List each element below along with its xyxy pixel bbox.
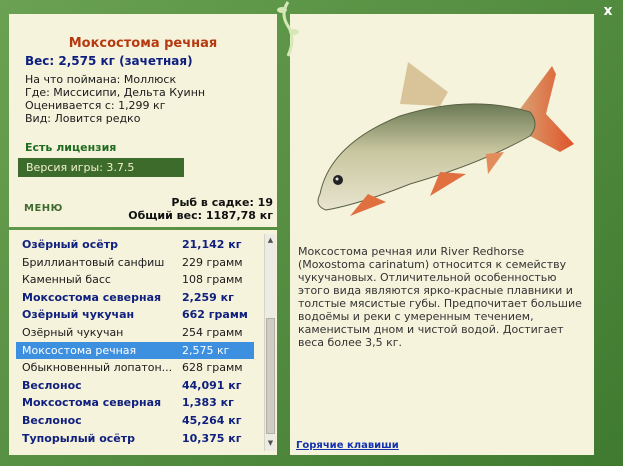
list-item[interactable]: Моксостома речная 2,575 кг bbox=[16, 341, 254, 359]
list-item-name: Обыкновенный лопатон... bbox=[22, 361, 172, 375]
list-item-name: Моксостома северная bbox=[22, 396, 162, 410]
list-item-name: Озёрный чукучан bbox=[22, 308, 135, 322]
list-item[interactable]: Тупорылый осётр 10,375 кг bbox=[16, 430, 254, 447]
list-item-weight: 2,575 кг bbox=[182, 343, 230, 357]
list-item[interactable]: Веслонос 45,264 кг bbox=[16, 412, 254, 429]
list-item-weight: 10,375 кг bbox=[182, 431, 242, 445]
list-item[interactable]: Озёрный чукучан 662 грамм bbox=[16, 306, 254, 323]
fish-location: Где: Миссисипи, Дельта Куинн bbox=[25, 86, 206, 99]
list-item[interactable]: Каменный басс 108 грамм bbox=[16, 271, 254, 288]
fish-image bbox=[317, 62, 574, 216]
list-item-name: Бриллиантовый санфиш bbox=[22, 255, 165, 269]
list-item[interactable]: Бриллиантовый санфиш 229 грамм bbox=[16, 254, 254, 271]
fish-description: Моксостома речная или River Redhorse (Mo… bbox=[298, 245, 582, 349]
license-status: Есть лицензия bbox=[25, 141, 117, 154]
fish-rarity: Вид: Ловится редко bbox=[25, 112, 141, 125]
list-item-weight: 229 грамм bbox=[182, 255, 243, 269]
list-item-name: Моксостома северная bbox=[22, 290, 162, 304]
list-scrollbar[interactable]: ▲ ▼ bbox=[264, 234, 276, 451]
list-item-weight: 44,091 кг bbox=[182, 378, 242, 392]
list-item[interactable]: Обыкновенный лопатон... 628 грамм bbox=[16, 359, 254, 376]
list-item-weight: 21,142 кг bbox=[182, 238, 242, 251]
list-item[interactable]: Озёрный осётр 21,142 кг bbox=[16, 236, 254, 253]
catch-list: Озёрный осётр 21,142 кг Бриллиантовый санф… bbox=[9, 230, 277, 455]
menu-button[interactable]: МЕНЮ bbox=[24, 203, 63, 214]
list-item-weight: 1,383 кг bbox=[182, 396, 234, 410]
fish-count: Рыб в садке: 19 bbox=[171, 196, 273, 209]
close-icon[interactable]: x bbox=[601, 4, 615, 18]
list-item-name: Веслонос bbox=[22, 378, 82, 392]
list-item-name: Каменный басс bbox=[22, 273, 111, 287]
fish-weight: Вес: 2,575 кг (зачетная) bbox=[25, 54, 193, 68]
list-item-name: Озёрный чукучан bbox=[22, 326, 124, 339]
list-item-weight: 662 грамм bbox=[182, 308, 248, 322]
list-item[interactable]: Веслонос 44,091 кг bbox=[16, 377, 254, 394]
fish-info-panel: Моксостома речная Вес: 2,575 кг (зачетна… bbox=[9, 14, 277, 227]
scroll-thumb[interactable] bbox=[266, 318, 275, 434]
list-item[interactable]: Моксостома северная 2,259 кг bbox=[16, 289, 254, 306]
list-item-name: Моксостома речная bbox=[22, 343, 137, 357]
game-version: Версия игры: 3.7.5 bbox=[18, 158, 184, 177]
fish-detail-panel: Моксостома речная или River Redhorse (Mo… bbox=[290, 14, 594, 455]
list-item-name: Озёрный осётр bbox=[22, 238, 118, 251]
list-item-weight: 628 грамм bbox=[182, 361, 243, 375]
list-item-weight: 45,264 кг bbox=[182, 414, 242, 427]
scroll-down-icon[interactable]: ▼ bbox=[266, 439, 275, 447]
scroll-up-icon[interactable]: ▲ bbox=[266, 236, 275, 244]
fish-valued: Оценивается с: 1,299 кг bbox=[25, 99, 166, 112]
list-item-weight: 108 грамм bbox=[182, 273, 243, 287]
fish-title: Моксостома речная bbox=[68, 36, 218, 51]
list-item-name: Веслонос bbox=[22, 414, 82, 427]
hotkeys-link[interactable]: Горячие клавиши bbox=[296, 440, 399, 451]
list-item[interactable]: Моксостома северная 1,383 кг bbox=[16, 394, 254, 411]
list-item-weight: 2,259 кг bbox=[182, 290, 234, 304]
list-item-weight: 254 грамм bbox=[182, 326, 243, 339]
vine-ornament-icon bbox=[277, 1, 299, 57]
fish-bait: На что поймана: Моллюск bbox=[25, 73, 177, 86]
total-weight: Общий вес: 1187,78 кг bbox=[128, 209, 273, 222]
list-item-name: Тупорылый осётр bbox=[22, 431, 135, 445]
list-item[interactable]: Озёрный чукучан 254 грамм bbox=[16, 324, 254, 341]
